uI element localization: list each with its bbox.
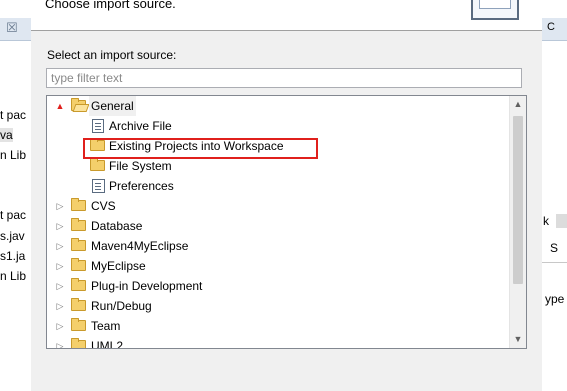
dialog-header: Choose import source. xyxy=(31,0,542,31)
wizard-banner-icon xyxy=(471,0,519,20)
filter-input[interactable] xyxy=(46,68,522,88)
tree-item-label: MyEclipse xyxy=(91,259,146,273)
tree-item-archive-file[interactable]: Archive File xyxy=(47,116,507,136)
preferences-icon xyxy=(92,179,105,193)
bg-text: s.jav xyxy=(0,229,25,243)
folder-icon xyxy=(71,238,86,251)
scroll-down-icon[interactable]: ▼ xyxy=(510,331,526,348)
source-label: Select an import source: xyxy=(47,48,177,62)
bg-text: t pac xyxy=(0,108,27,122)
tree-item-plugin-development[interactable]: ▷ Plug-in Development xyxy=(47,276,507,296)
tree-item-label: Plug-in Development xyxy=(91,279,203,293)
bg-text: s1.ja xyxy=(0,249,26,263)
tree-item-label: Team xyxy=(91,319,121,333)
tree-item-maven4myeclipse[interactable]: ▷ Maven4MyEclipse xyxy=(47,236,507,256)
tree-item-myeclipse[interactable]: ▷ MyEclipse xyxy=(47,256,507,276)
folder-icon xyxy=(71,298,86,311)
background-editor-left: ☒ t pac va n Lib t pac s.jav s1.ja n Lib xyxy=(0,0,31,391)
tree-item-file-system[interactable]: File System xyxy=(47,156,507,176)
folder-icon xyxy=(90,158,105,171)
tree-item-label: General xyxy=(89,96,136,116)
editor-tabstrip: ☒ xyxy=(0,18,31,41)
expand-arrow-icon[interactable]: ▷ xyxy=(55,336,65,348)
folder-icon xyxy=(71,338,86,348)
folder-icon xyxy=(71,258,86,271)
tree-item-label: Run/Debug xyxy=(91,299,152,313)
tree-item-label: Archive File xyxy=(109,119,172,133)
folder-icon xyxy=(71,278,86,291)
expand-arrow-icon[interactable]: ▷ xyxy=(55,316,65,336)
bg-text: n Lib xyxy=(0,148,27,162)
tree-item-uml2[interactable]: ▷ UML2 xyxy=(47,336,507,349)
dialog-message: Choose import source. xyxy=(45,0,176,11)
tree-item-label: Preferences xyxy=(109,179,174,193)
archive-icon xyxy=(92,119,104,133)
import-dialog: Choose import source. Select an import s… xyxy=(31,0,542,391)
bg-text: n Lib xyxy=(0,269,27,283)
tree-item-general[interactable]: ▲ General xyxy=(47,96,507,116)
tree-item-run-debug[interactable]: ▷ Run/Debug xyxy=(47,296,507,316)
divider xyxy=(542,262,567,263)
highlight-box xyxy=(83,138,318,159)
background-view-right: C k S ype xyxy=(542,0,567,391)
folder-icon xyxy=(71,218,86,231)
expand-arrow-icon[interactable]: ▷ xyxy=(55,196,65,216)
folder-icon xyxy=(71,198,86,211)
bg-text: k xyxy=(543,214,549,228)
close-icon[interactable]: ☒ xyxy=(6,20,18,36)
bg-text: C xyxy=(547,21,555,33)
expand-arrow-icon[interactable]: ▲ xyxy=(55,96,65,116)
bg-text: ype xyxy=(545,292,565,306)
tree-item-label: File System xyxy=(109,159,172,173)
bg-text: S xyxy=(550,241,559,255)
view-tabstrip: C xyxy=(542,18,567,41)
tree-item-label: Database xyxy=(91,219,143,233)
bg-text: va xyxy=(0,128,13,142)
tree-item-team[interactable]: ▷ Team xyxy=(47,316,507,336)
tree-item-database[interactable]: ▷ Database xyxy=(47,216,507,236)
expand-arrow-icon[interactable]: ▷ xyxy=(55,216,65,236)
bg-block xyxy=(556,214,567,228)
expand-arrow-icon[interactable]: ▷ xyxy=(55,236,65,256)
folder-open-icon xyxy=(71,98,86,111)
tree-scrollbar[interactable]: ▲ ▼ xyxy=(509,96,526,348)
scrollbar-thumb[interactable] xyxy=(513,116,523,284)
bg-text: t pac xyxy=(0,208,27,222)
tree-item-label: Maven4MyEclipse xyxy=(91,239,189,253)
expand-arrow-icon[interactable]: ▷ xyxy=(55,276,65,296)
import-source-tree[interactable]: ▲ General Archive File Existing Projects… xyxy=(46,95,527,349)
tree-item-preferences[interactable]: Preferences xyxy=(47,176,507,196)
expand-arrow-icon[interactable]: ▷ xyxy=(55,296,65,316)
tree-item-cvs[interactable]: ▷ CVS xyxy=(47,196,507,216)
expand-arrow-icon[interactable]: ▷ xyxy=(55,256,65,276)
tree-item-label: CVS xyxy=(91,199,116,213)
folder-icon xyxy=(71,318,86,331)
scroll-up-icon[interactable]: ▲ xyxy=(510,96,526,113)
tree-item-label: UML2 xyxy=(91,339,124,349)
